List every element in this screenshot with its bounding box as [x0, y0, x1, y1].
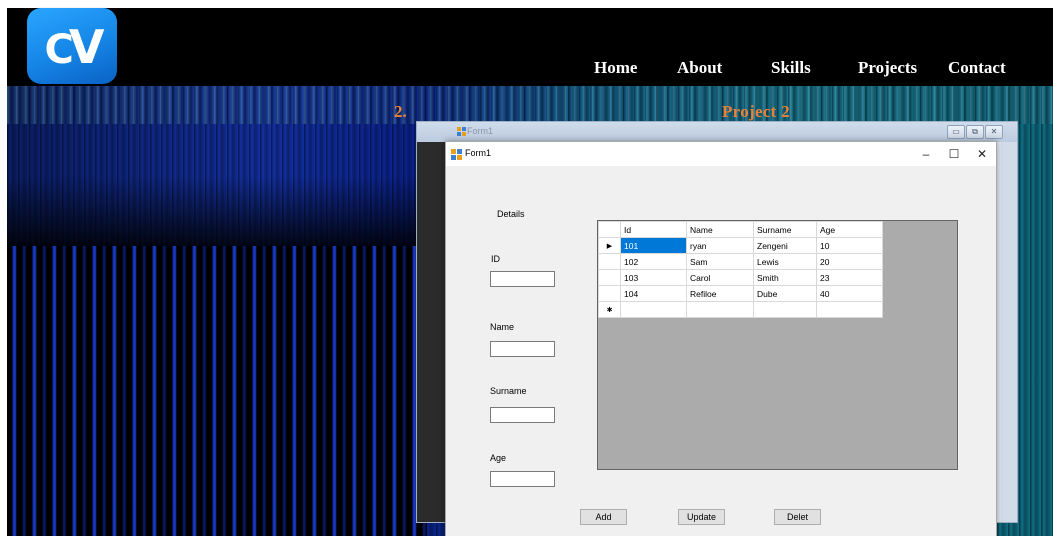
id-label: ID [491, 254, 500, 264]
column-header-age[interactable]: Age [816, 221, 883, 238]
column-header-id[interactable]: Id [620, 221, 687, 238]
grid-header-row: Id Name Surname Age [598, 221, 883, 238]
hero-fade [7, 176, 427, 246]
grid-cell-surname[interactable]: Dube [753, 285, 817, 302]
nav-about[interactable]: About [677, 58, 722, 78]
delete-button[interactable]: Delet [774, 509, 821, 525]
close-button[interactable]: ✕ [972, 146, 992, 162]
close-icon[interactable]: ✕ [985, 125, 1003, 139]
name-label: Name [490, 322, 515, 332]
data-grid-table: Id Name Surname Age ▶ 101 ryan Zengeni 1… [598, 221, 883, 318]
grid-cell-age[interactable]: 40 [816, 285, 883, 302]
form1-titlebar[interactable]: Form1 – ☐ ✕ [446, 142, 996, 166]
add-button[interactable]: Add [580, 509, 627, 525]
nav-home[interactable]: Home [594, 58, 637, 78]
surname-label: Surname [490, 386, 527, 396]
grid-cell-name[interactable]: Refiloe [686, 285, 754, 302]
grid-cell-age[interactable] [816, 301, 883, 318]
grid-cell-name[interactable]: ryan [686, 237, 754, 254]
grid-cell-id[interactable]: 102 [620, 253, 687, 270]
project-title: Project 2 [722, 102, 790, 121]
grid-cell-name[interactable] [686, 301, 754, 318]
portfolio-page: CV Home About Skills Projects Contact 2.… [0, 0, 1053, 536]
restore-icon[interactable]: ⧉ [966, 125, 984, 139]
minimize-icon[interactable]: ▭ [947, 125, 965, 139]
current-row-indicator-icon[interactable]: ▶ [598, 237, 621, 254]
grid-cell-age[interactable]: 10 [816, 237, 883, 254]
grid-cell-surname[interactable]: Smith [753, 269, 817, 286]
form1-title: Form1 [465, 148, 492, 158]
grid-cell-age[interactable]: 23 [816, 269, 883, 286]
grid-cell-surname[interactable]: Zengeni [753, 237, 817, 254]
logo-letter-v: V [68, 20, 105, 74]
background-window-title: Form1 [467, 126, 494, 136]
grid-cell-name[interactable]: Carol [686, 269, 754, 286]
maximize-button[interactable]: ☐ [944, 146, 964, 162]
age-input[interactable] [490, 471, 555, 487]
project-number: 2. [394, 102, 407, 121]
nav-skills[interactable]: Skills [771, 58, 811, 78]
grid-cell-id[interactable]: 101 [620, 237, 687, 254]
name-input[interactable] [490, 341, 555, 357]
designer-side-panel [417, 142, 445, 522]
grid-cell-surname[interactable]: Lewis [753, 253, 817, 270]
grid-cell-id[interactable] [620, 301, 687, 318]
column-header-name[interactable]: Name [686, 221, 754, 238]
designer-right-strip [1001, 142, 1017, 522]
table-row[interactable]: 104 Refiloe Dube 40 [598, 285, 883, 302]
grid-cell-id[interactable]: 104 [620, 285, 687, 302]
row-header-corner [598, 221, 621, 238]
grid-cell-name[interactable]: Sam [686, 253, 754, 270]
data-grid[interactable]: Id Name Surname Age ▶ 101 ryan Zengeni 1… [597, 220, 958, 470]
form-icon [457, 127, 466, 136]
grid-cell-id[interactable]: 103 [620, 269, 687, 286]
id-input[interactable] [490, 271, 555, 287]
nav-projects[interactable]: Projects [858, 58, 917, 78]
row-header[interactable] [598, 285, 621, 302]
logo-text: CV [27, 20, 117, 74]
hero-light-bars [7, 246, 427, 536]
nav-contact[interactable]: Contact [948, 58, 1006, 78]
update-button[interactable]: Update [678, 509, 725, 525]
form1-window: Form1 – ☐ ✕ Details ID Name Surname Age … [445, 141, 997, 536]
form-icon [451, 149, 462, 160]
cv-logo[interactable]: CV [27, 8, 117, 84]
table-row[interactable]: ▶ 101 ryan Zengeni 10 [598, 237, 883, 254]
new-row[interactable]: ✱ [598, 301, 883, 318]
grid-cell-age[interactable]: 20 [816, 253, 883, 270]
grid-cell-surname[interactable] [753, 301, 817, 318]
row-header[interactable] [598, 253, 621, 270]
column-header-surname[interactable]: Surname [753, 221, 817, 238]
age-label: Age [490, 453, 507, 463]
table-row[interactable]: 103 Carol Smith 23 [598, 269, 883, 286]
hero-top-band [7, 86, 1053, 124]
table-row[interactable]: 102 Sam Lewis 20 [598, 253, 883, 270]
minimize-button[interactable]: – [916, 146, 936, 162]
row-header[interactable] [598, 269, 621, 286]
background-window-titlebar: Form1 ▭ ⧉ ✕ [417, 122, 1017, 142]
logo-letter-c: C [44, 27, 74, 73]
details-label: Details [497, 209, 525, 219]
surname-input[interactable] [490, 407, 555, 423]
new-row-indicator-icon[interactable]: ✱ [598, 301, 621, 318]
